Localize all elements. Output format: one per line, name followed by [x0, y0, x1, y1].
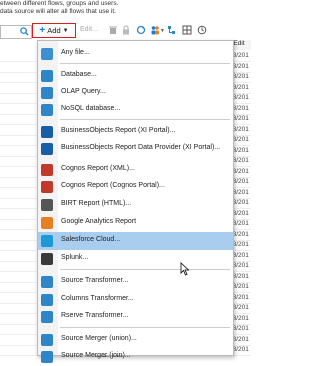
menu-item-google-analytics[interactable]: Google Analytics Report: [38, 214, 233, 232]
history-icon[interactable]: [197, 25, 207, 35]
businessobjects-provider-icon: [41, 143, 53, 155]
search-icon: [20, 27, 29, 36]
menu-item-label: Source Transformer...: [61, 277, 129, 284]
menu-item-source-merger-union[interactable]: Source Merger (union)...: [38, 331, 233, 349]
mouse-cursor-icon: [180, 262, 190, 276]
chevron-down-icon[interactable]: ▼: [160, 28, 165, 34]
cognos-icon: [41, 164, 53, 176]
olap-icon: [41, 87, 53, 99]
edit-button-label: Edit...: [80, 26, 98, 33]
menu-item-label: Source Merger (union)...: [61, 335, 137, 342]
add-button[interactable]: + Add ▼: [32, 23, 76, 38]
menu-item-source-transformer[interactable]: Source Transformer...: [38, 273, 233, 291]
menu-item-label: Database...: [61, 71, 97, 78]
grid-view-icon[interactable]: [182, 25, 192, 35]
menu-item-businessobjects-provider[interactable]: BusinessObjects Report Data Provider (XI…: [38, 140, 233, 158]
info-line-1: etween different flows, groups and users…: [0, 0, 119, 7]
source-merger-join-icon: [41, 351, 53, 363]
menu-item-birt[interactable]: BIRT Report (HTML)...: [38, 196, 233, 214]
info-line-2: data source will alter all flows that us…: [0, 8, 116, 15]
people-icon[interactable]: [150, 25, 160, 35]
add-button-label: Add: [47, 26, 61, 35]
menu-item-label: BusinessObjects Report Data Provider (XI…: [61, 144, 221, 151]
menu-item-label: Cognos Report (XML)...: [61, 165, 135, 172]
menu-item-cognos[interactable]: Cognos Report (XML)...: [38, 161, 233, 179]
columns-transformer-icon: [41, 294, 53, 306]
splunk-icon: [41, 253, 53, 265]
menu-item-label: NoSQL database...: [61, 105, 121, 112]
search-input[interactable]: [0, 25, 32, 39]
menu-item-any-file[interactable]: Any file...: [38, 45, 233, 63]
database-icon: [41, 70, 53, 82]
menu-separator: [60, 269, 230, 270]
menu-item-label: Splunk...: [61, 254, 89, 261]
birt-icon: [41, 199, 53, 211]
delete-icon[interactable]: [108, 25, 118, 35]
any-file-icon: [41, 48, 53, 60]
source-merger-union-icon: [41, 334, 53, 346]
menu-item-source-merger-join[interactable]: Source Merger (join)...: [38, 348, 233, 366]
menu-separator: [60, 327, 230, 328]
plus-icon: +: [39, 24, 46, 36]
menu-separator: [60, 119, 230, 120]
menu-item-olap[interactable]: OLAP Query...: [38, 84, 233, 102]
cognos-portal-icon: [41, 181, 53, 193]
menu-item-label: Google Analytics Report: [61, 218, 137, 225]
menu-item-label: Rserve Transformer...: [61, 312, 129, 319]
menu-item-businessobjects[interactable]: BusinessObjects Report (XI Portal)...: [38, 123, 233, 141]
google-analytics-icon: [41, 217, 53, 229]
menu-item-label: Salesforce Cloud...: [61, 236, 121, 243]
lock-icon[interactable]: [121, 25, 131, 35]
menu-item-label: BusinessObjects Report (XI Portal)...: [61, 127, 176, 134]
toolbar: + Add ▼ Edit... ▼: [0, 22, 251, 40]
menu-item-splunk[interactable]: Splunk...: [38, 250, 233, 268]
info-text: etween different flows, groups and users…: [0, 0, 251, 16]
menu-item-label: OLAP Query...: [61, 88, 106, 95]
edit-button[interactable]: Edit...: [80, 26, 98, 33]
nosql-icon: [41, 104, 53, 116]
menu-item-label: Cognos Report (Cognos Portal)...: [61, 182, 165, 189]
menu-item-label: Columns Transformer...: [61, 295, 134, 302]
menu-item-salesforce[interactable]: Salesforce Cloud...: [38, 232, 233, 250]
businessobjects-icon: [41, 126, 53, 138]
rserve-icon: [41, 311, 53, 323]
add-dropdown-menu: Any file... Database... OLAP Query... NoSQL…: [37, 40, 234, 363]
menu-separator: [60, 63, 230, 64]
menu-item-cognos-portal[interactable]: Cognos Report (Cognos Portal)...: [38, 178, 233, 196]
menu-item-label: Any file...: [61, 49, 90, 56]
menu-item-rserve[interactable]: Rserve Transformer...: [38, 308, 233, 326]
source-transformer-icon: [41, 276, 53, 288]
chevron-down-icon: ▼: [62, 27, 69, 34]
tree-view-icon[interactable]: [167, 25, 177, 35]
menu-item-database[interactable]: Database...: [38, 67, 233, 85]
menu-item-columns-transformer[interactable]: Columns Transformer...: [38, 291, 233, 309]
salesforce-icon: [41, 235, 53, 247]
menu-item-label: BIRT Report (HTML)...: [61, 200, 132, 207]
menu-item-nosql[interactable]: NoSQL database...: [38, 101, 233, 119]
menu-item-label: Source Merger (join)...: [61, 352, 131, 359]
refresh-icon[interactable]: [136, 25, 146, 35]
